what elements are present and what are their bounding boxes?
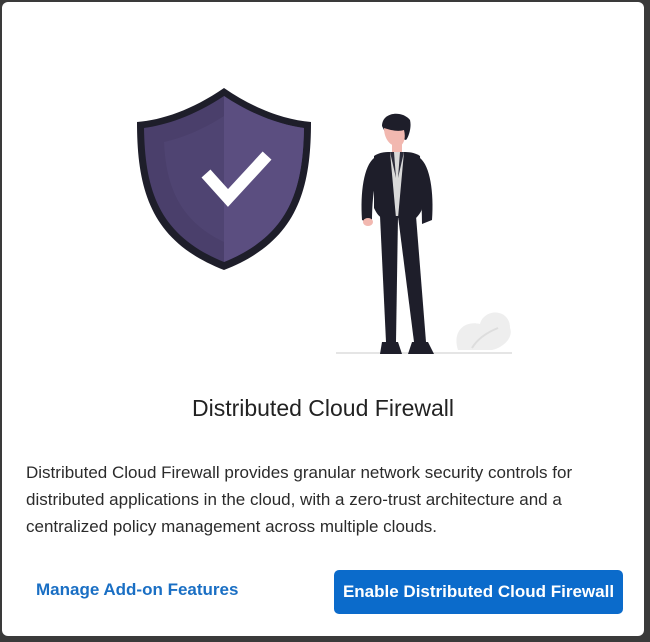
dialog-description: Distributed Cloud Firewall provides gran… <box>26 463 573 536</box>
enable-feature-button[interactable]: Enable Distributed Cloud Firewall <box>334 570 623 614</box>
person-figure <box>361 113 434 354</box>
plant-icon <box>456 312 511 350</box>
dialog-title: Distributed Cloud Firewall <box>191 395 455 421</box>
security-illustration <box>137 88 512 354</box>
shield-icon <box>137 88 311 270</box>
enable-feature-dialog: Distributed Cloud Firewall Distributed C… <box>2 2 644 636</box>
manage-add-on-features-link[interactable]: Manage Add-on Features <box>36 580 238 600</box>
